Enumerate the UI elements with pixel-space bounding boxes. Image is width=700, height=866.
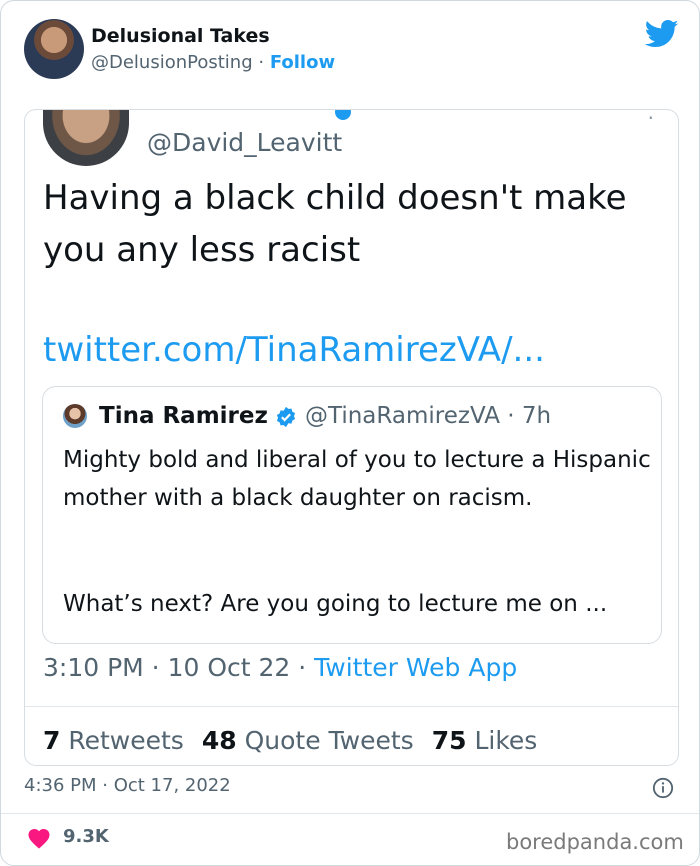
screenshot-author-avatar [43, 110, 129, 166]
likes-label: Likes [474, 726, 538, 755]
quoted-tweet: Tina Ramirez @TinaRamirezVA · 7h Mighty … [42, 386, 662, 644]
author-handle[interactable]: @DelusionPosting [91, 52, 253, 73]
tweet-embed: Delusional Takes @DelusionPosting · Foll… [0, 0, 700, 866]
info-icon[interactable] [652, 777, 674, 799]
post-timestamp[interactable]: 4:36 PM · Oct 17, 2022 [24, 775, 231, 796]
retweets-count: 7 [43, 726, 61, 755]
verified-badge-icon [276, 406, 296, 428]
watermark: boredpanda.com [506, 830, 684, 854]
follow-button[interactable]: Follow [270, 52, 335, 73]
screenshot-tweet-text: Having a black child doesn't make you an… [43, 178, 627, 270]
cropped-name-fragment: ▬▬▬▬▬▬▬ [147, 110, 319, 118]
screenshot-app: Twitter Web App [314, 653, 518, 682]
quoted-tweet-more: What’s next? Are you going to lecture me… [63, 591, 608, 617]
like-count[interactable]: 9.3K [63, 826, 109, 847]
screenshot-meta: 3:10 PM · 10 Oct 22 · Twitter Web App [43, 653, 517, 682]
quoted-author-avatar [63, 404, 87, 428]
likes-count: 75 [431, 726, 467, 755]
footer-divider [1, 813, 699, 814]
screenshot-author-handle: @David_Leavitt [147, 128, 343, 157]
screenshot-stats: 7 Retweets 48 Quote Tweets 75 Likes [43, 726, 537, 755]
author-avatar[interactable] [24, 19, 84, 79]
quotes-count: 48 [201, 726, 237, 755]
screenshot-card[interactable]: ▬▬▬▬▬▬▬ · @David_Leavitt Having a black … [24, 109, 679, 766]
more-icon: · [647, 109, 654, 130]
cropped-verified-badge-icon [335, 110, 351, 120]
screenshot-divider [25, 706, 678, 707]
quoted-handle-time: @TinaRamirezVA · 7h [305, 403, 552, 429]
twitter-bird-icon[interactable] [645, 19, 679, 49]
retweets-label: Retweets [68, 726, 184, 755]
quoted-tweet-text: Mighty bold and liberal of you to lectur… [63, 447, 651, 511]
screenshot-tweet-link: twitter.com/TinaRamirezVA/... [43, 330, 545, 370]
author-handle-line: @DelusionPosting · Follow [91, 52, 335, 73]
handle-separator: · [252, 52, 270, 73]
screenshot-time-date: 3:10 PM · 10 Oct 22 · [43, 653, 315, 682]
author-display-name[interactable]: Delusional Takes [91, 25, 270, 47]
quoted-author-name: Tina Ramirez [99, 403, 268, 429]
heart-icon[interactable] [27, 827, 51, 849]
quotes-label: Quote Tweets [244, 726, 414, 755]
